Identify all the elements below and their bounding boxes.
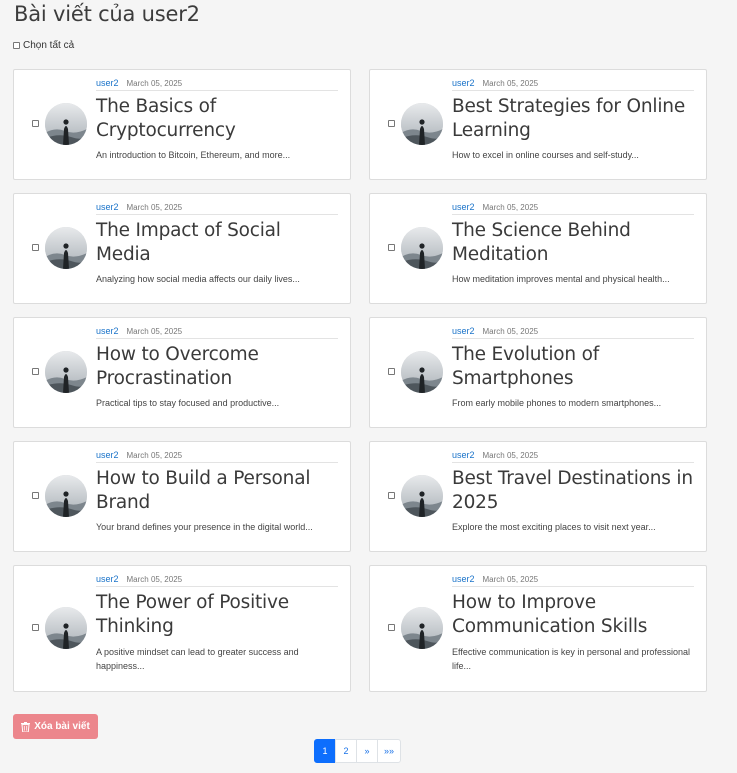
post-card[interactable]: user2 March 05, 2025 The Science Behind … xyxy=(369,193,707,304)
post-author[interactable]: user2 xyxy=(96,574,119,584)
trash-icon xyxy=(21,721,31,732)
post-author[interactable]: user2 xyxy=(96,78,119,88)
post-author[interactable]: user2 xyxy=(96,450,119,460)
post-checkbox[interactable] xyxy=(32,624,39,631)
avatar xyxy=(401,607,443,649)
post-excerpt: Effective communication is key in person… xyxy=(452,647,690,671)
page-1-link[interactable]: 1 xyxy=(314,739,336,763)
select-all-checkbox[interactable] xyxy=(13,42,20,49)
post-checkbox[interactable] xyxy=(32,368,39,375)
post-title[interactable]: The Basics of Cryptocurrency xyxy=(96,95,338,143)
post-author[interactable]: user2 xyxy=(452,574,475,584)
post-date: March 05, 2025 xyxy=(482,451,539,460)
pagination: 1 2 » »» xyxy=(314,739,402,763)
avatar xyxy=(45,103,87,145)
select-all[interactable]: Chọn tất cả xyxy=(13,40,74,51)
post-title[interactable]: Best Travel Destinations in 2025 xyxy=(452,467,694,515)
post-author[interactable]: user2 xyxy=(452,202,475,212)
post-date: March 05, 2025 xyxy=(482,79,539,88)
post-date: March 05, 2025 xyxy=(482,203,539,212)
post-date: March 05, 2025 xyxy=(482,327,539,336)
post-date: March 05, 2025 xyxy=(126,79,183,88)
post-date: March 05, 2025 xyxy=(126,203,183,212)
post-author[interactable]: user2 xyxy=(452,450,475,460)
post-author[interactable]: user2 xyxy=(96,202,119,212)
post-title[interactable]: The Evolution of Smartphones xyxy=(452,343,694,391)
post-card[interactable]: user2 March 05, 2025 How to Overcome Pro… xyxy=(13,317,351,428)
last-page-link[interactable]: »» xyxy=(377,739,402,763)
delete-posts-button[interactable]: Xóa bài viết xyxy=(13,714,98,739)
next-page-link[interactable]: » xyxy=(356,739,378,763)
post-title[interactable]: The Impact of Social Media xyxy=(96,219,338,267)
post-excerpt: Your brand defines your presence in the … xyxy=(96,522,313,532)
post-checkbox[interactable] xyxy=(388,244,395,251)
page-title: Bài viết của user2 xyxy=(14,2,200,26)
post-date: March 05, 2025 xyxy=(126,575,183,584)
post-title[interactable]: The Power of Positive Thinking xyxy=(96,591,338,639)
post-card[interactable]: user2 March 05, 2025 Best Strategies for… xyxy=(369,69,707,180)
post-excerpt: How to excel in online courses and self-… xyxy=(452,150,639,160)
post-excerpt: Analyzing how social media affects our d… xyxy=(96,274,300,284)
post-card[interactable]: user2 March 05, 2025 How to Build a Pers… xyxy=(13,441,351,552)
post-excerpt: From early mobile phones to modern smart… xyxy=(452,398,662,408)
post-card[interactable]: user2 March 05, 2025 The Impact of Socia… xyxy=(13,193,351,304)
post-checkbox[interactable] xyxy=(32,120,39,127)
post-checkbox[interactable] xyxy=(388,368,395,375)
avatar xyxy=(45,607,87,649)
post-author[interactable]: user2 xyxy=(452,78,475,88)
post-excerpt: An introduction to Bitcoin, Ethereum, an… xyxy=(96,150,291,160)
post-checkbox[interactable] xyxy=(388,120,395,127)
post-checkbox[interactable] xyxy=(32,492,39,499)
avatar xyxy=(45,227,87,269)
avatar xyxy=(45,475,87,517)
post-card[interactable]: user2 March 05, 2025 Best Travel Destina… xyxy=(369,441,707,552)
avatar xyxy=(401,103,443,145)
post-author[interactable]: user2 xyxy=(96,326,119,336)
post-excerpt: How meditation improves mental and physi… xyxy=(452,274,670,284)
post-checkbox[interactable] xyxy=(32,244,39,251)
delete-posts-label: Xóa bài viết xyxy=(34,721,90,732)
post-title[interactable]: Best Strategies for Online Learning xyxy=(452,95,694,143)
select-all-label: Chọn tất cả xyxy=(23,40,75,51)
post-card[interactable]: user2 March 05, 2025 The Power of Positi… xyxy=(13,565,351,692)
avatar xyxy=(401,351,443,393)
post-date: March 05, 2025 xyxy=(482,575,539,584)
post-date: March 05, 2025 xyxy=(126,451,183,460)
page-2-link[interactable]: 2 xyxy=(335,739,357,763)
post-title[interactable]: How to Build a Personal Brand xyxy=(96,467,338,515)
post-date: March 05, 2025 xyxy=(126,327,183,336)
post-excerpt: Practical tips to stay focused and produ… xyxy=(96,398,280,408)
post-title[interactable]: How to Overcome Procrastination xyxy=(96,343,338,391)
post-title[interactable]: The Science Behind Meditation xyxy=(452,219,694,267)
post-checkbox[interactable] xyxy=(388,624,395,631)
post-author[interactable]: user2 xyxy=(452,326,475,336)
post-card[interactable]: user2 March 05, 2025 The Evolution of Sm… xyxy=(369,317,707,428)
avatar xyxy=(401,475,443,517)
post-excerpt: Explore the most exciting places to visi… xyxy=(452,522,656,532)
post-checkbox[interactable] xyxy=(388,492,395,499)
avatar xyxy=(45,351,87,393)
post-grid: user2 March 05, 2025 The Basics of Crypt… xyxy=(13,69,707,692)
avatar xyxy=(401,227,443,269)
post-excerpt: A positive mindset can lead to greater s… xyxy=(96,647,299,671)
post-title[interactable]: How to Improve Communication Skills xyxy=(452,591,694,639)
post-card[interactable]: user2 March 05, 2025 How to Improve Comm… xyxy=(369,565,707,692)
post-card[interactable]: user2 March 05, 2025 The Basics of Crypt… xyxy=(13,69,351,180)
